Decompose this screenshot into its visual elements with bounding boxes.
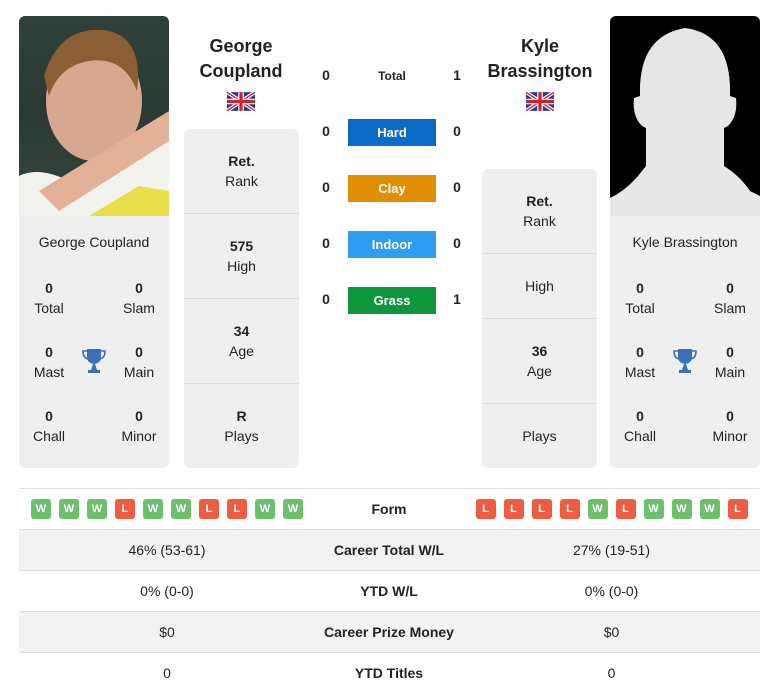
form-badge-win[interactable]: W (671, 499, 692, 519)
form-badge-win[interactable]: W (255, 499, 275, 519)
rank-cell-plays: R Plays (224, 408, 259, 444)
player1-card: George Coupland 0 Total 0 Slam 0 Mast 0 … (19, 16, 169, 468)
h2h-row-total: 0 Total 1 (310, 63, 475, 91)
titles-minor: 0 Minor (712, 408, 748, 444)
titles-main: 0 Main (123, 344, 155, 380)
surface-indoor[interactable]: Indoor (348, 231, 436, 258)
surface-grass[interactable]: Grass (348, 287, 436, 314)
rank-cell-age: 36 Age (482, 319, 597, 404)
titles-slam: 0 Slam (714, 280, 746, 316)
surface-clay[interactable]: Clay (348, 175, 436, 202)
form-badge-loss[interactable]: L (199, 499, 219, 519)
form-badge-loss[interactable]: L (227, 499, 247, 519)
titles-chall: 0 Chall (33, 408, 65, 444)
form-badge-loss[interactable]: L (115, 499, 135, 519)
table-row-ytd-titles: 0 YTD Titles 0 (19, 652, 760, 693)
rank-cell-high: 575 High (184, 214, 299, 299)
player1-name[interactable]: George Coupland (161, 34, 321, 84)
form-badge-loss[interactable]: L (503, 499, 524, 519)
table-row-career-wl: 46% (53-61) Career Total W/L 27% (19-51) (19, 529, 760, 570)
form-badge-loss[interactable]: L (475, 499, 496, 519)
rank-cell-rank: Ret. Rank (482, 169, 597, 254)
surface-hard[interactable]: Hard (348, 119, 436, 146)
titles-chall: 0 Chall (624, 408, 656, 444)
player1-photo[interactable] (19, 16, 169, 216)
uk-flag-icon (526, 92, 554, 111)
stats-table: WWWLWWLLWW Form LLLLWLWWWL 46% (53-61) C… (19, 488, 760, 693)
titles-slam: 0 Slam (123, 280, 155, 316)
table-row-form: WWWLWWLLWW Form LLLLWLWWWL (19, 488, 760, 529)
titles-total: 0 Total (625, 280, 655, 316)
form-badge-win[interactable]: W (171, 499, 191, 519)
rank-cell-rank: Ret. Rank (184, 129, 299, 214)
titles-mast: 0 Mast (624, 344, 656, 380)
form-badge-win[interactable]: W (87, 499, 107, 519)
form-badge-loss[interactable]: L (559, 499, 580, 519)
trophy-icon (673, 349, 697, 373)
form-badge-loss[interactable]: L (531, 499, 552, 519)
player2-card: Kyle Brassington 0 Total 0 Slam 0 Mast 0… (610, 16, 760, 468)
form-badge-win[interactable]: W (31, 499, 51, 519)
form-badge-win[interactable]: W (587, 499, 608, 519)
rank-cell-high: High (482, 254, 597, 319)
player1-card-name: George Coupland (38, 234, 150, 250)
player1-form: WWWLWWLLWW (19, 499, 315, 519)
titles-mast: 0 Mast (33, 344, 65, 380)
rank-cell-plays: Plays (522, 428, 557, 444)
player2-card-name: Kyle Brassington (632, 234, 738, 250)
player-photo-icon (19, 29, 169, 216)
form-badge-win[interactable]: W (643, 499, 664, 519)
h2h-row-clay: 0 Clay 0 (310, 175, 475, 203)
rank-cell-age: 34 Age (184, 299, 299, 384)
form-badge-loss[interactable]: L (727, 499, 748, 519)
titles-minor: 0 Minor (121, 408, 157, 444)
form-badge-win[interactable]: W (59, 499, 79, 519)
titles-total: 0 Total (34, 280, 64, 316)
h2h-row-grass: 0 Grass 1 (310, 287, 475, 315)
uk-flag-icon (227, 92, 255, 111)
h2h-row-indoor: 0 Indoor 0 (310, 231, 475, 259)
player2-form: LLLLWLWWWL (463, 499, 760, 519)
silhouette-placeholder-icon (610, 28, 760, 216)
table-row-prize: $0 Career Prize Money $0 (19, 611, 760, 652)
form-badge-win[interactable]: W (283, 499, 303, 519)
player2-rank-panel: Ret. Rank High 36 Age Plays (482, 169, 597, 468)
table-row-ytd-wl: 0% (0-0) YTD W/L 0% (0-0) (19, 570, 760, 611)
titles-main: 0 Main (714, 344, 746, 380)
trophy-icon (82, 349, 106, 373)
surface-total[interactable]: Total (348, 63, 436, 90)
form-badge-loss[interactable]: L (615, 499, 636, 519)
form-label: Form (371, 501, 407, 517)
player1-rank-panel: Ret. Rank 575 High 34 Age R Plays (184, 129, 299, 468)
h2h-row-hard: 0 Hard 0 (310, 119, 475, 147)
player2-photo[interactable] (610, 16, 760, 216)
form-badge-win[interactable]: W (699, 499, 720, 519)
form-badge-win[interactable]: W (143, 499, 163, 519)
player2-name[interactable]: Kyle Brassington (460, 34, 620, 84)
